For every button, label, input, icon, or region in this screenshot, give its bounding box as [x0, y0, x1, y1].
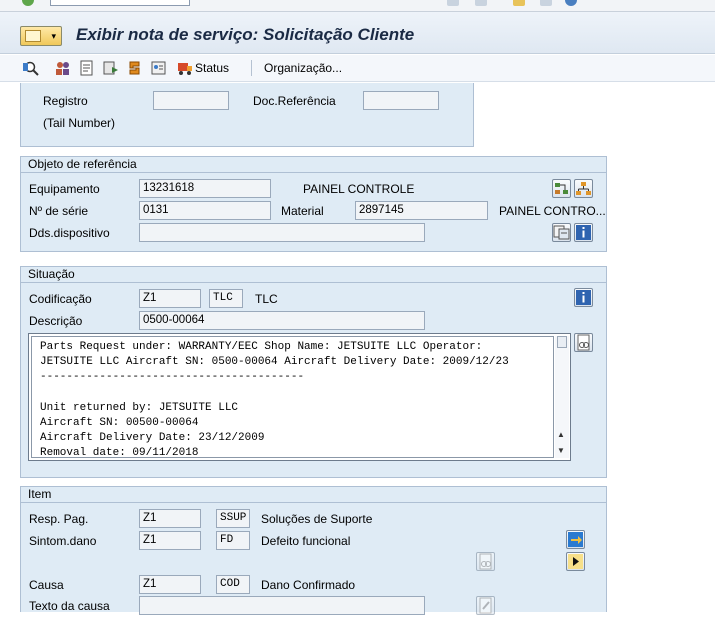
- codificacao-code-field[interactable]: TLC: [209, 289, 243, 308]
- resp-pag-code-field[interactable]: SSUP: [216, 509, 250, 528]
- group-title: Objeto de referência: [21, 157, 606, 173]
- info-icon[interactable]: [574, 288, 593, 307]
- next-item-icon[interactable]: [566, 552, 585, 571]
- codificacao-description: TLC: [255, 292, 278, 306]
- equipment-structure-icon[interactable]: [552, 179, 571, 198]
- resp-pag-label: Resp. Pag.: [29, 512, 89, 526]
- equipamento-field[interactable]: 13231618: [139, 179, 271, 198]
- sintom-dano-field[interactable]: Z1: [139, 531, 201, 550]
- group-title: Situação: [21, 267, 606, 283]
- chevron-down-icon: ▾: [51, 31, 56, 41]
- sintom-dano-code-field[interactable]: FD: [216, 531, 250, 550]
- action-log-icon[interactable]: [103, 60, 119, 76]
- long-text-editor[interactable]: Parts Request under: WARRANTY/EEC Shop N…: [28, 333, 571, 461]
- organization-button[interactable]: Organização...: [264, 61, 342, 75]
- exit-icon[interactable]: [475, 0, 487, 6]
- registro-label: Registro: [43, 94, 88, 108]
- equipamento-description: PAINEL CONTROLE: [303, 182, 415, 196]
- partners-icon[interactable]: [55, 60, 71, 76]
- causa-label: Causa: [29, 578, 64, 592]
- cancel-icon[interactable]: [513, 0, 525, 6]
- texto-causa-field[interactable]: [139, 596, 425, 615]
- doc-referencia-label: Doc.Referência: [253, 94, 336, 108]
- codificacao-label: Codificação: [29, 292, 92, 306]
- long-text-content[interactable]: Parts Request under: WARRANTY/EEC Shop N…: [31, 336, 554, 458]
- status-button[interactable]: Status: [195, 61, 229, 75]
- registro-field[interactable]: [153, 91, 229, 110]
- numero-serie-label: Nº de série: [29, 204, 89, 218]
- sintom-dano-description: Defeito funcional: [261, 534, 351, 548]
- descricao-label: Descrição: [29, 314, 83, 328]
- sintom-dano-label: Sintom.dano: [29, 534, 97, 548]
- texto-causa-label: Texto da causa: [29, 599, 110, 613]
- scroll-up-arrow-icon[interactable]: ▲: [557, 430, 565, 439]
- material-label: Material: [281, 204, 324, 218]
- item-long-text-icon[interactable]: [476, 552, 495, 571]
- group-title: Item: [21, 487, 606, 503]
- material-field[interactable]: 2897145: [355, 201, 488, 220]
- dispositivo-field[interactable]: [139, 223, 425, 242]
- command-field[interactable]: [50, 0, 190, 6]
- resp-pag-field[interactable]: Z1: [139, 509, 201, 528]
- print-icon[interactable]: [540, 0, 552, 6]
- causa-code-field[interactable]: COD: [216, 575, 250, 594]
- hierarchy-icon[interactable]: [574, 179, 593, 198]
- task-icon[interactable]: [127, 60, 143, 76]
- codificacao-field[interactable]: Z1: [139, 289, 201, 308]
- menu-icon: [25, 30, 41, 42]
- object-services-icon[interactable]: [151, 60, 167, 76]
- tail-number-label: (Tail Number): [43, 116, 116, 130]
- numero-serie-field[interactable]: 0131: [139, 201, 271, 220]
- descricao-field[interactable]: 0500-00064: [139, 311, 425, 330]
- vertical-scrollbar[interactable]: ▲ ▼: [555, 336, 569, 458]
- causa-description: Dano Confirmado: [261, 578, 356, 592]
- status-icon[interactable]: [177, 60, 193, 76]
- scroll-down-arrow-icon[interactable]: ▼: [557, 446, 565, 455]
- page-title: Exibir nota de serviço: Solicitação Clie…: [76, 25, 415, 44]
- toolbar-separator: [251, 60, 252, 76]
- display-object-icon[interactable]: [23, 60, 39, 76]
- material-description: PAINEL CONTRO...: [499, 204, 606, 218]
- document-icon[interactable]: [79, 60, 95, 76]
- long-text-edit-icon[interactable]: [574, 333, 593, 352]
- resp-pag-description: Soluções de Suporte: [261, 512, 373, 526]
- insert-item-icon[interactable]: [566, 530, 585, 549]
- equipamento-label: Equipamento: [29, 182, 100, 196]
- item-group: Item: [20, 486, 607, 612]
- display-device-icon[interactable]: [552, 223, 571, 242]
- menu-button[interactable]: ▾: [20, 26, 62, 46]
- scroll-thumb[interactable]: [557, 336, 567, 348]
- back-icon[interactable]: [447, 0, 459, 6]
- causa-field[interactable]: Z1: [139, 575, 201, 594]
- doc-referencia-field[interactable]: [363, 91, 439, 110]
- info-icon[interactable]: [574, 223, 593, 242]
- dispositivo-label: Dds.dispositivo: [29, 226, 110, 240]
- edit-cause-text-icon[interactable]: [476, 596, 495, 615]
